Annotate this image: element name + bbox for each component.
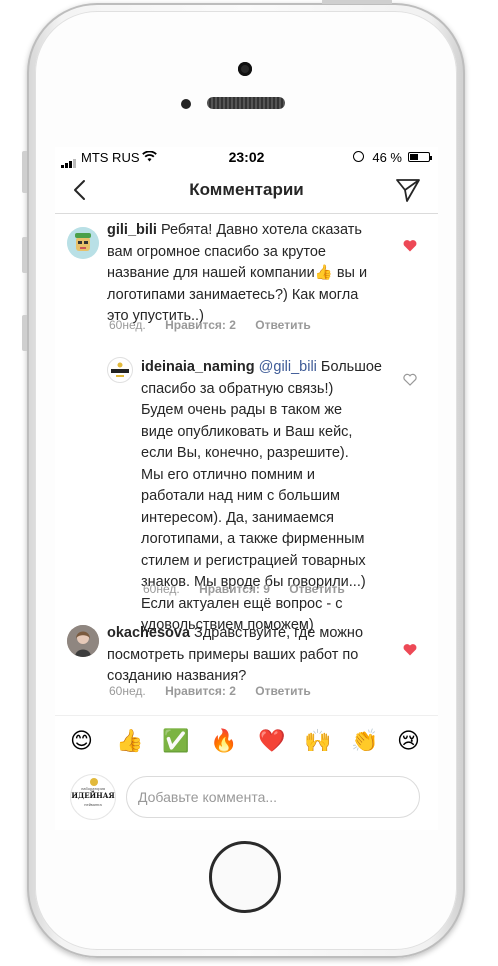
comment-line: если Вы, конечно, разрешите).: [141, 445, 349, 461]
heart-emoji-icon[interactable]: ❤️: [258, 728, 285, 754]
comment-line: Здравствуйте, где можно: [190, 625, 364, 641]
reply-button[interactable]: Ответить: [255, 684, 310, 698]
comment-input-placeholder: Добавьте коммента...: [138, 789, 278, 805]
front-camera: [238, 62, 252, 76]
comment-username[interactable]: okachesova: [107, 625, 190, 641]
earpiece-speaker: [207, 97, 285, 109]
cartoon-avatar-icon: [67, 227, 99, 259]
volume-down-button: [22, 315, 27, 351]
user-photo-icon: [67, 625, 99, 657]
logo-bottom-text: нейминга: [84, 802, 102, 807]
brand-logo-icon: [111, 362, 129, 377]
comment-line: вам огромное спасибо за крутое: [107, 243, 326, 260]
fire-emoji-icon[interactable]: 🔥: [210, 728, 237, 754]
app-screen: MTS RUS 23:02 46 % Комментарии gili_bili…: [55, 147, 438, 830]
comment-line: логотипами занимаетесь?) Как могла: [107, 286, 359, 303]
comment-line: Мы его отлично помним и: [141, 466, 316, 483]
comment-username[interactable]: gili_bili: [107, 222, 157, 238]
comment-username[interactable]: ideinaia_naming: [141, 359, 255, 375]
lightbulb-icon: [90, 778, 98, 786]
home-button[interactable]: [209, 841, 281, 913]
check-mark-emoji-icon[interactable]: ✅: [162, 728, 189, 754]
raised-hands-emoji-icon[interactable]: 🙌: [304, 728, 331, 754]
header: Комментарии: [55, 167, 438, 214]
avatar[interactable]: [107, 357, 133, 383]
comment-line: виде опубликовать и Ваш кейс,: [141, 423, 353, 440]
comment-meta: 60нед. Нравится: 2 Ответить: [109, 318, 327, 332]
comment-age: 60нед.: [143, 582, 180, 596]
comment-age: 60нед.: [109, 684, 146, 698]
comment-item: okachesova Здравствуйте, где можно посмо…: [55, 617, 438, 712]
battery-icon: [408, 152, 432, 162]
comment-line: спасибо за обратную связь!): [141, 380, 334, 397]
comment-line: название для нашей компании: [107, 265, 315, 281]
paper-plane-icon[interactable]: [394, 176, 422, 204]
thumbs-up-icon: 👍: [314, 265, 333, 281]
smile-emoji-icon[interactable]: 😊: [70, 728, 93, 754]
comment-meta: 60нед. Нравится: 9 Ответить: [143, 582, 361, 596]
volume-up-button: [22, 237, 27, 273]
comment-meta: 60нед. Нравится: 2 Ответить: [109, 684, 327, 698]
mention-link[interactable]: @gili_bili: [259, 359, 317, 375]
heart-filled-icon[interactable]: [403, 239, 417, 252]
comment-input[interactable]: Добавьте коммента...: [126, 776, 420, 818]
reply-button[interactable]: Ответить: [289, 582, 344, 596]
comment-line: работали над ним с большим: [141, 488, 341, 504]
reply-button[interactable]: Ответить: [255, 318, 310, 332]
power-button: [322, 0, 392, 4]
comment-line: созданию названия?: [107, 668, 247, 684]
comment-line: логотипами, а также фирменным: [141, 531, 365, 547]
reply-item: ideinaia_naming @gili_bili Большое спаси…: [55, 347, 438, 633]
status-bar: MTS RUS 23:02 46 %: [55, 147, 438, 168]
avatar[interactable]: [67, 625, 99, 657]
comment-line: посмотреть примеры ваших работ по: [107, 646, 359, 663]
emoji-bar: 😊 👍 ✅ 🔥 ❤️ 🙌 👏 😢: [55, 715, 438, 771]
comment-line: Если актуален ещё вопрос - с: [141, 595, 343, 612]
comment-line: Будем очень рады в таком же: [141, 402, 343, 418]
thumbs-up-emoji-icon[interactable]: 👍: [116, 728, 143, 754]
comment-item: gili_bili Ребята! Давно хотела сказать в…: [55, 213, 438, 333]
comment-age: 60нед.: [109, 318, 146, 332]
avatar[interactable]: [67, 227, 99, 259]
page-title: Комментарии: [189, 180, 304, 199]
proximity-sensor: [181, 99, 191, 109]
my-avatar: лаборатория ИДЕЙНАЯ нейминга: [70, 774, 116, 820]
heart-filled-icon[interactable]: [403, 643, 417, 656]
likes-count[interactable]: Нравится: 2: [165, 318, 236, 332]
battery-percent: 46 %: [372, 150, 402, 165]
likes-count[interactable]: Нравится: 9: [199, 582, 270, 596]
comment-composer: лаборатория ИДЕЙНАЯ нейминга Добавьте ко…: [55, 770, 438, 830]
comment-line: стилем и регистрацией товарных: [141, 552, 366, 569]
comment-line: Ребята! Давно хотела сказать: [160, 222, 362, 238]
comment-line: Большое: [316, 359, 382, 375]
heart-outline-icon[interactable]: [403, 373, 417, 386]
mute-switch: [22, 151, 27, 193]
logo-main-text: ИДЕЙНАЯ: [71, 791, 115, 800]
comment-text: gili_bili Ребята! Давно хотела сказать в…: [107, 220, 427, 328]
likes-count[interactable]: Нравится: 2: [165, 684, 236, 698]
alarm-icon: [353, 151, 364, 162]
crying-face-emoji-icon[interactable]: 😢: [397, 728, 420, 754]
clapping-hands-emoji-icon[interactable]: 👏: [351, 728, 378, 754]
comment-text: okachesova Здравствуйте, где можно посмо…: [107, 623, 427, 688]
comment-line: вы и: [332, 265, 368, 281]
comment-line: интересом). Да, занимаемся: [141, 509, 335, 526]
